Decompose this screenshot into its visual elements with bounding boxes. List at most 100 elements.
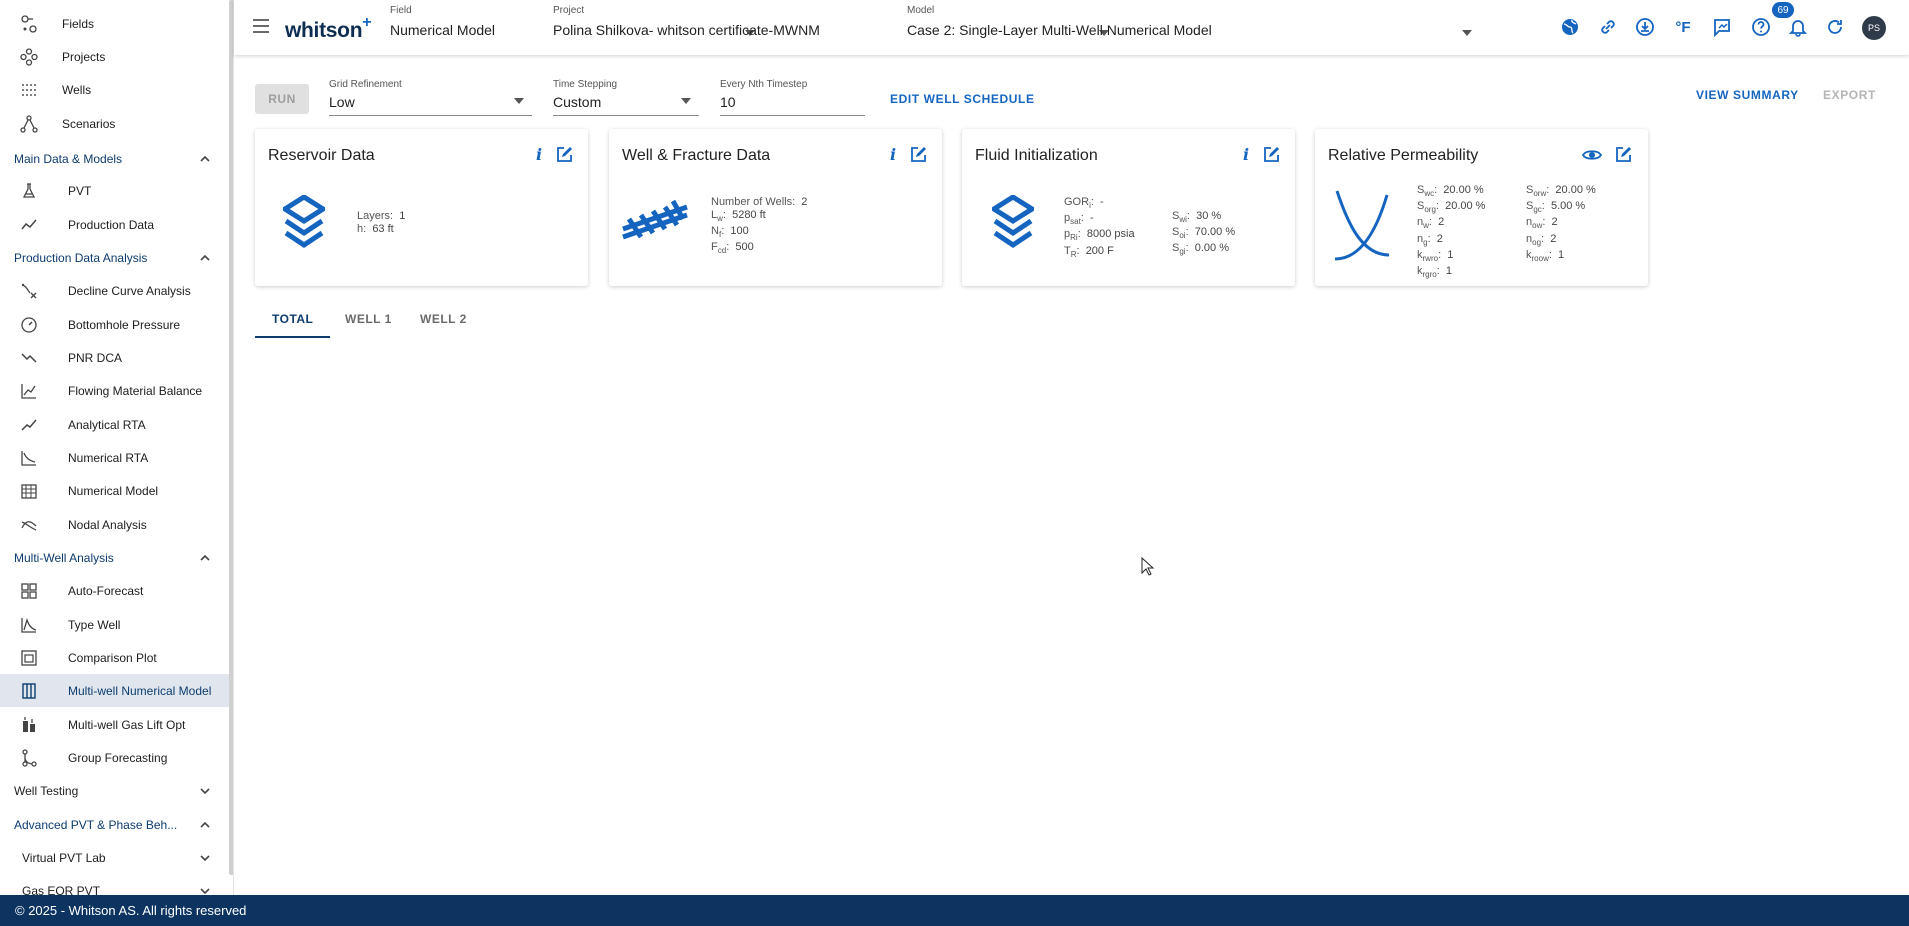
sidebar-item-virtual-pvt-lab[interactable]: Virtual PVT Lab <box>0 843 229 873</box>
tr-label: T <box>1064 244 1071 257</box>
section-label: Production Data Analysis <box>14 251 148 265</box>
info-icon[interactable]: i <box>1238 145 1254 164</box>
sidebar-scrollbar[interactable] <box>229 0 233 875</box>
gas-lift-icon <box>19 715 39 735</box>
sidebar-item-auto-forecast[interactable]: Auto-Forecast <box>0 574 229 607</box>
sidebar-item-fields[interactable]: Fields <box>0 7 229 40</box>
section-production-data-analysis[interactable]: Production Data Analysis <box>0 243 229 273</box>
tab-well-1[interactable]: WELL 1 <box>345 312 392 326</box>
refresh-icon[interactable] <box>1824 16 1846 38</box>
edit-well-schedule-button[interactable]: EDIT WELL SCHEDULE <box>890 92 1035 106</box>
chevron-down-icon <box>200 788 210 795</box>
sidebar-item-numerical-model[interactable]: Numerical Model <box>0 474 229 507</box>
relperm-summary-right: Sorw: 20.00 % Sgc: 5.00 % now: 2 nog: 2 … <box>1526 184 1596 263</box>
run-button[interactable]: RUN <box>255 84 309 114</box>
card-title: Fluid Initialization <box>975 147 1098 164</box>
sidebar-item-multi-well-numerical-model[interactable]: Multi-well Numerical Model <box>0 674 229 707</box>
model-caption: Model <box>907 5 935 16</box>
card-title: Relative Permeability <box>1328 147 1479 164</box>
export-button[interactable]: EXPORT <box>1823 88 1876 102</box>
project-selector[interactable]: Project Polina Shilkova- whitson certifi… <box>553 5 1109 38</box>
globe-icon[interactable] <box>1559 16 1581 38</box>
sidebar-item-label: PNR DCA <box>68 350 123 365</box>
footer: © 2025 - Whitson AS. All rights reserved <box>0 895 1909 926</box>
section-advanced-pvt[interactable]: Advanced PVT & Phase Beh... <box>0 810 229 840</box>
time-stepping-value: Custom <box>553 94 602 110</box>
link-icon[interactable] <box>1597 16 1619 38</box>
eye-icon[interactable] <box>1582 146 1602 164</box>
section-well-testing[interactable]: Well Testing <box>0 776 229 806</box>
sidebar-item-pnr-dca[interactable]: PNR DCA <box>0 341 229 374</box>
edit-icon[interactable] <box>555 146 573 164</box>
tr-sub: R <box>1070 249 1077 259</box>
time-stepping-select[interactable]: Time Stepping Custom <box>553 79 699 116</box>
sidebar-item-analytical-rta[interactable]: Analytical RTA <box>0 408 229 441</box>
info-icon[interactable]: i <box>531 145 547 164</box>
sidebar-item-label: Numerical RTA <box>68 450 149 465</box>
sidebar-item-pvt[interactable]: PVT <box>0 174 229 207</box>
sidebar-item-nodal-analysis[interactable]: Nodal Analysis <box>0 508 229 541</box>
sidebar-item-label: Group Forecasting <box>68 750 168 765</box>
fluid-summary-right: Swi: 30 % Soi: 70.00 % Sgi: 0.00 % <box>1172 210 1236 257</box>
projects-icon <box>19 47 39 67</box>
comparison-plot-icon <box>19 648 39 668</box>
soi-sub: oi <box>1179 231 1186 241</box>
avatar[interactable]: PS <box>1862 16 1886 40</box>
sidebar-item-group-forecasting[interactable]: Group Forecasting <box>0 741 229 774</box>
brand-logo[interactable]: whitson+ <box>285 14 372 43</box>
edit-icon[interactable] <box>1614 146 1632 164</box>
card-title: Well & Fracture Data <box>622 147 771 164</box>
brand-plus: + <box>362 14 372 31</box>
grid-refinement-select[interactable]: Grid Refinement Low <box>329 79 532 116</box>
help-icon[interactable] <box>1750 16 1772 38</box>
mouse-cursor-icon <box>1141 557 1155 576</box>
field-value: Numerical Model <box>390 22 496 38</box>
tab-well-2[interactable]: WELL 2 <box>420 312 467 326</box>
well-fracture-summary: Number of Wells: 2 Lw: 5280 ft Nf: 100 F… <box>711 196 808 256</box>
sidebar-item-scenarios[interactable]: Scenarios <box>0 107 229 140</box>
scenarios-icon <box>19 114 39 134</box>
section-main-data[interactable]: Main Data & Models <box>0 144 229 174</box>
relative-permeability-card: Relative Permeability Swc: 20.00 % Sorg:… <box>1315 129 1648 286</box>
sgc-value: 5.00 % <box>1550 200 1586 213</box>
field-selector[interactable]: Field Numerical Model <box>390 5 755 38</box>
sidebar-item-comparison-plot[interactable]: Comparison Plot <box>0 641 229 674</box>
sidebar-item-gas-eor-pvt[interactable]: Gas EOR PVT <box>0 876 229 895</box>
sidebar-item-flowing-material-balance[interactable]: Flowing Material Balance <box>0 374 229 407</box>
soi-value: 70.00 % <box>1194 226 1236 239</box>
chart-axes-icon <box>19 381 39 401</box>
chevron-down-icon <box>200 855 210 862</box>
sidebar-item-production-data[interactable]: Production Data <box>0 208 229 241</box>
edit-icon[interactable] <box>909 146 927 164</box>
info-icon[interactable]: i <box>885 145 901 164</box>
copyright-text: © 2025 - Whitson AS. All rights reserved <box>15 903 247 918</box>
trend-down-icon <box>19 348 39 368</box>
edit-icon[interactable] <box>1262 146 1280 164</box>
nth-timestep-input[interactable]: Every Nth Timestep 10 <box>720 79 865 116</box>
section-multi-well-analysis[interactable]: Multi-Well Analysis <box>0 543 229 573</box>
sidebar-item-type-well[interactable]: Type Well <box>0 608 229 641</box>
dropdown-arrow-icon <box>514 98 524 104</box>
line-chart-icon <box>19 415 39 435</box>
sidebar-item-decline-curve-analysis[interactable]: Decline Curve Analysis <box>0 274 229 307</box>
bell-icon[interactable] <box>1787 16 1809 38</box>
tab-total[interactable]: TOTAL <box>272 312 313 326</box>
feedback-icon[interactable] <box>1711 16 1733 38</box>
sorg-value: 20.00 % <box>1445 200 1486 213</box>
fields-icon <box>19 14 39 34</box>
sidebar-item-multi-well-gas-lift-opt[interactable]: Multi-well Gas Lift Opt <box>0 708 229 741</box>
download-icon[interactable] <box>1634 16 1656 38</box>
sidebar-item-numerical-rta[interactable]: Numerical RTA <box>0 441 229 474</box>
menu-icon[interactable] <box>252 18 270 34</box>
view-summary-button[interactable]: VIEW SUMMARY <box>1696 88 1799 102</box>
psat-sub: sat <box>1070 217 1081 227</box>
sidebar-item-wells[interactable]: Wells <box>0 73 229 106</box>
chevron-up-icon <box>200 554 210 561</box>
units-toggle[interactable]: °F <box>1672 16 1694 38</box>
sidebar-item-bottomhole-pressure[interactable]: Bottomhole Pressure <box>0 308 229 341</box>
sidebar-item-projects[interactable]: Projects <box>0 40 229 73</box>
model-selector[interactable]: Model Case 2: Single-Layer Multi-Well Nu… <box>907 5 1472 38</box>
layers-icon <box>992 195 1034 249</box>
sidebar-item-label: Virtual PVT Lab <box>22 851 106 865</box>
fcd-label: F <box>711 241 718 254</box>
